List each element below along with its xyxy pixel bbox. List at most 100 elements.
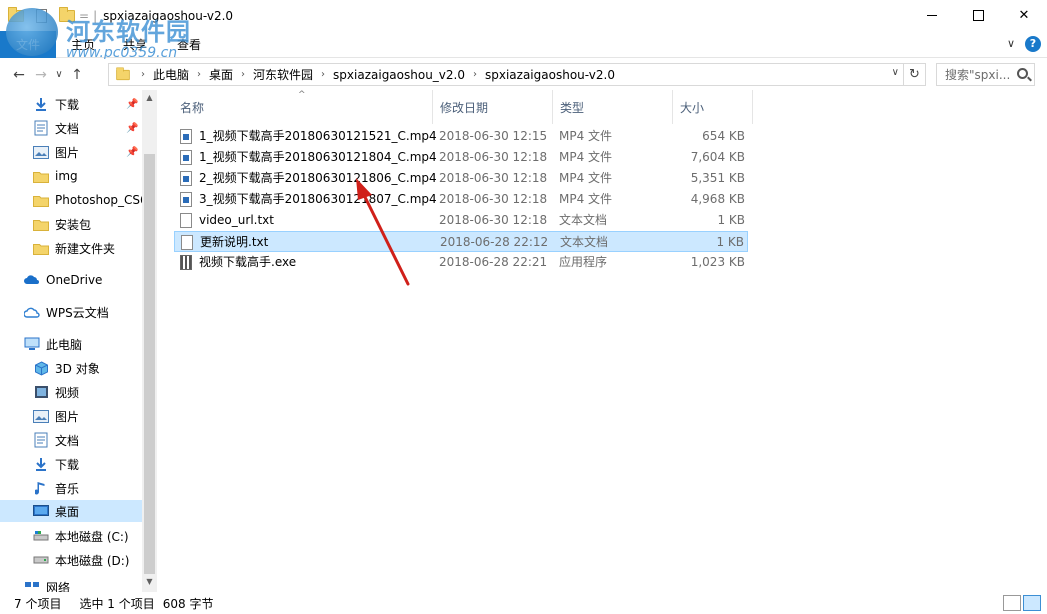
customize-quick-access-icon[interactable]: = — [79, 9, 89, 23]
sidebar-item-pictures-pc[interactable]: 图片 — [0, 405, 142, 427]
navigation-pane: 下载 📌 文档 📌 图片 📌 img Photoshop_CS6 安装包 新建文… — [0, 90, 157, 592]
help-icon[interactable]: ? — [1025, 36, 1041, 52]
sidebar-item-img[interactable]: img — [0, 165, 142, 187]
scroll-down-icon[interactable]: ▼ — [142, 574, 157, 590]
pin-icon[interactable]: 📌 — [126, 99, 138, 110]
sidebar-item-label: 本地磁盘 (C:) — [55, 529, 129, 544]
sidebar-item-videos[interactable]: 视频 — [0, 381, 142, 403]
maximize-button[interactable] — [955, 0, 1001, 31]
sidebar-item-drive-c[interactable]: 本地磁盘 (C:) — [0, 525, 142, 547]
file-row[interactable]: 1_视频下载高手20180630121521_C.mp4 2018-06-30 1… — [174, 126, 748, 147]
large-icons-view-button[interactable] — [1023, 595, 1041, 611]
forward-button[interactable]: → — [30, 64, 52, 86]
sidebar-item-downloads-pc[interactable]: 下载 — [0, 453, 142, 475]
download-icon — [33, 96, 49, 112]
sidebar-item-3d-objects[interactable]: 3D 对象 — [0, 357, 142, 379]
breadcrumb-item[interactable]: spxiazaigaoshou_v2.0 — [333, 68, 465, 82]
properties-icon[interactable] — [36, 8, 47, 23]
status-selection-size: 608 字节 — [162, 596, 214, 611]
sidebar-item-label: 音乐 — [55, 481, 80, 496]
breadcrumb-item[interactable]: 桌面 — [209, 66, 233, 83]
breadcrumb-separator-icon[interactable]: › — [465, 69, 485, 80]
sidebar-item-documents[interactable]: 文档 📌 — [0, 117, 142, 139]
refresh-icon[interactable]: ↻ — [903, 64, 925, 85]
network-icon — [24, 579, 40, 592]
breadcrumb-item[interactable]: 河东软件园 — [253, 66, 313, 83]
breadcrumb-separator-icon[interactable]: › — [313, 69, 333, 80]
sidebar-item-desktop[interactable]: 桌面 — [0, 500, 142, 522]
file-row[interactable]: 2_视频下载高手20180630121806_C.mp4 2018-06-30 1… — [174, 168, 748, 189]
pin-icon[interactable]: 📌 — [126, 123, 138, 134]
sidebar-item-documents-pc[interactable]: 文档 — [0, 429, 142, 451]
file-row[interactable]: 1_视频下载高手20180630121804_C.mp4 2018-06-30 1… — [174, 147, 748, 168]
address-dropdown-icon[interactable]: ∨ — [892, 67, 899, 78]
sidebar-item-new-folder[interactable]: 新建文件夹 — [0, 237, 142, 259]
expand-ribbon-icon[interactable]: ∨ — [1005, 38, 1017, 50]
file-type: 文本文档 — [559, 213, 608, 227]
tab-file[interactable]: 文件 — [0, 31, 56, 58]
file-type: MP4 文件 — [559, 129, 613, 143]
sidebar-item-network[interactable]: 网络 — [0, 579, 142, 592]
file-modified: 2018-06-28 22:12 — [440, 235, 549, 249]
back-button[interactable]: ← — [8, 64, 30, 86]
download-icon — [33, 456, 49, 472]
minimize-button[interactable] — [909, 0, 955, 31]
file-row[interactable]: 3_视频下载高手20180630121807_C.mp4 2018-06-30 1… — [174, 189, 748, 210]
sidebar-item-pictures[interactable]: 图片 📌 — [0, 141, 142, 163]
drive-c-icon — [33, 528, 49, 544]
recent-locations-button[interactable]: ∨ — [52, 64, 66, 86]
sidebar-item-downloads[interactable]: 下载 📌 — [0, 93, 142, 115]
file-type: MP4 文件 — [559, 192, 613, 206]
file-type: MP4 文件 — [559, 171, 613, 185]
computer-icon — [24, 336, 40, 352]
sidebar-item-label: 文档 — [55, 433, 80, 448]
drive-d-icon — [33, 552, 49, 568]
sidebar-item-photoshop[interactable]: Photoshop_CS6 — [0, 189, 142, 211]
file-row[interactable]: 更新说明.txt 2018-06-28 22:12 文本文档 1 KB — [174, 231, 748, 252]
details-view-button[interactable] — [1003, 595, 1021, 611]
folder-icon[interactable] — [8, 6, 24, 22]
sidebar-item-wps[interactable]: WPS云文档 — [0, 301, 142, 323]
sidebar-item-label: Photoshop_CS6 — [55, 193, 142, 207]
sidebar-item-drive-d[interactable]: 本地磁盘 (D:) — [0, 549, 142, 571]
column-header-name[interactable]: 名称 — [174, 90, 433, 124]
sidebar-item-music[interactable]: 音乐 — [0, 477, 142, 499]
tab-home[interactable]: 主页 — [71, 31, 95, 58]
pin-icon[interactable]: 📌 — [126, 147, 138, 158]
tab-view[interactable]: 查看 — [177, 31, 201, 58]
breadcrumb-item[interactable]: 此电脑 — [153, 66, 189, 83]
file-modified: 2018-06-30 12:18 — [439, 213, 548, 227]
sidebar-item-label: 图片 — [55, 409, 80, 424]
new-folder-icon[interactable] — [59, 6, 75, 22]
file-size: 7,604 KB — [690, 150, 745, 164]
column-header-size[interactable]: 大小 — [674, 90, 753, 124]
quick-access-toolbar: = | — [0, 0, 97, 31]
breadcrumb-item[interactable]: spxiazaigaoshou-v2.0 — [485, 68, 615, 82]
3d-objects-icon — [33, 360, 49, 376]
folder-icon — [33, 240, 49, 256]
breadcrumb-separator-icon[interactable]: › — [233, 69, 253, 80]
tab-share[interactable]: 共享 — [123, 31, 147, 58]
scroll-up-icon[interactable]: ▲ — [142, 90, 157, 106]
file-size: 1,023 KB — [690, 255, 745, 269]
sidebar-item-onedrive[interactable]: OneDrive — [0, 269, 142, 291]
file-type: 文本文档 — [560, 235, 609, 249]
wps-cloud-icon — [24, 304, 40, 320]
sidebar-item-label: 文档 — [55, 121, 80, 136]
sidebar-scrollbar-thumb[interactable] — [144, 154, 155, 574]
file-name: video_url.txt — [199, 213, 274, 227]
sidebar-item-installers[interactable]: 安装包 — [0, 213, 142, 235]
column-header-modified[interactable]: 修改日期 — [434, 90, 553, 124]
file-row[interactable]: 视频下载高手.exe 2018-06-28 22:21 应用程序 1,023 KB — [174, 252, 748, 273]
file-list: ^ 名称 修改日期 类型 大小 1_视频下载高手20180630121521_C… — [157, 90, 1047, 592]
breadcrumb-separator-icon[interactable]: › — [189, 69, 209, 80]
column-header-type[interactable]: 类型 — [554, 90, 673, 124]
up-button[interactable]: ↑ — [66, 64, 88, 86]
sidebar-item-this-pc[interactable]: 此电脑 — [0, 333, 142, 355]
search-input[interactable]: 搜索"spxi... — [936, 63, 1035, 86]
address-bar[interactable]: › 此电脑 › 桌面 › 河东软件园 › spxiazaigaoshou_v2.… — [108, 63, 926, 86]
file-row[interactable]: video_url.txt 2018-06-30 12:18 文本文档 1 KB — [174, 210, 748, 231]
sidebar-item-label: img — [55, 169, 78, 183]
close-button[interactable]: ✕ — [1001, 0, 1047, 31]
breadcrumb-separator-icon[interactable]: › — [133, 69, 153, 80]
